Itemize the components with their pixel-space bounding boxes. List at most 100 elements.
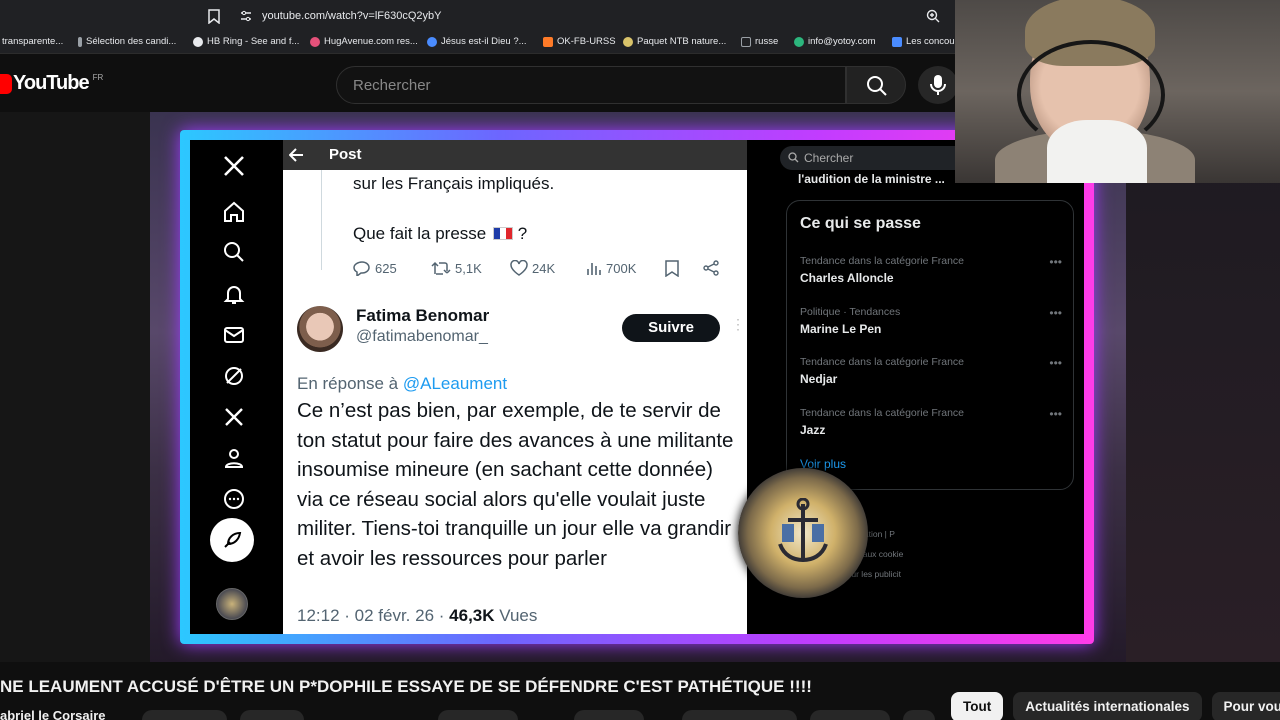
microphone-icon: [930, 75, 946, 95]
follow-button: Suivre: [622, 314, 720, 342]
search-input[interactable]: Rechercher: [336, 66, 846, 104]
trends-panel: Ce qui se passe Tendance dans la catégor…: [786, 200, 1074, 490]
views-action: 700K: [586, 260, 636, 276]
more-options-icon: •••: [1049, 407, 1062, 421]
post-body: Ce n’est pas bien, par exemple, de te se…: [297, 399, 734, 570]
like-button[interactable]: [240, 710, 304, 720]
bookmark-item[interactable]: OK-FB-URSS: [543, 36, 616, 47]
folder-icon: [741, 36, 751, 47]
search-icon: [788, 152, 799, 163]
bookmark-item[interactable]: Paquet NTB nature...: [623, 36, 726, 47]
video-side-right: [1126, 112, 1280, 662]
subscribe-button[interactable]: [142, 710, 227, 720]
author-name: Fatima Benomar: [356, 306, 490, 325]
webcam-scarf: [1047, 120, 1147, 183]
repost-action: 5,1K: [431, 260, 482, 276]
bookmark-icon: [665, 260, 679, 277]
trend-item: Politique · Tendances Marine Le Pen •••: [800, 306, 1062, 336]
bookmark-icon[interactable]: [208, 9, 220, 24]
country-code: FR: [92, 73, 104, 82]
leaf-icon: [623, 36, 633, 47]
neon-frame: Post sur les Français impliqués. Que fai…: [180, 130, 1094, 644]
anchor-crest-icon: [778, 498, 828, 563]
reply-action: 625: [353, 260, 397, 276]
feather-icon: [224, 531, 242, 548]
post-header-title: Post: [329, 146, 362, 163]
in-reply-to: En réponse à @ALeaument: [297, 374, 508, 393]
reply-icon: [353, 261, 370, 276]
x-nav: [190, 140, 278, 634]
more-options-icon: •••: [1049, 306, 1062, 320]
chip-international-news[interactable]: Actualités internationales: [1013, 692, 1202, 720]
youtube-logo[interactable]: YouTube FR: [0, 72, 103, 95]
mention-link: @ALeaument: [402, 374, 508, 393]
bookmark-item[interactable]: transparente...: [2, 36, 63, 47]
more-options-icon: •••: [1049, 255, 1062, 269]
more-actions-button[interactable]: [903, 710, 935, 720]
account-avatar: [216, 588, 248, 620]
action-button[interactable]: [438, 710, 518, 720]
like-action: 24K: [510, 260, 555, 276]
action-button[interactable]: [682, 710, 797, 720]
action-button[interactable]: [574, 710, 644, 720]
x-app-screen: Post sur les Français impliqués. Que fai…: [190, 140, 1084, 634]
analytics-icon: [587, 263, 601, 275]
post-views-label: Vues: [499, 606, 538, 625]
compose-post-button: [210, 518, 254, 562]
post-time: 12:12 · 02 févr. 26 ·: [297, 606, 445, 625]
bookmark-item[interactable]: Les concours: [892, 36, 963, 47]
x-logo-icon: [224, 156, 244, 176]
messages-icon: [224, 327, 244, 343]
site-icon: [543, 36, 553, 47]
chip-for-you[interactable]: Pour vous: [1211, 692, 1280, 720]
premium-x-icon: [225, 408, 243, 426]
mail-icon: [794, 36, 804, 47]
site-settings-icon[interactable]: [240, 10, 252, 22]
author-avatar: [297, 306, 343, 352]
related-filter-chips: Tout Actualités internationales Pour vou…: [951, 692, 1280, 720]
bookmark-item[interactable]: HugAvenue.com res...: [310, 36, 418, 47]
share-icon: [703, 260, 719, 276]
trend-item: Tendance dans la catégorie France Nedjar…: [800, 356, 1062, 386]
page-icon: [78, 36, 82, 47]
video-side-left: [0, 112, 150, 662]
back-arrow-icon: [289, 148, 303, 162]
previous-post-question: Que fait la presse ?: [353, 224, 528, 243]
bookmark-item[interactable]: russe: [741, 36, 778, 47]
home-icon: [224, 201, 244, 222]
site-icon: [427, 36, 437, 47]
trends-title: Ce qui se passe: [800, 215, 921, 232]
post-meta: 12:12 · 02 févr. 26 · 46,3K Vues: [297, 606, 537, 626]
zoom-icon[interactable]: [926, 9, 940, 23]
trend-item: Tendance dans la catégorie France Charle…: [800, 255, 1062, 285]
bookmark-item[interactable]: HB Ring - See and f...: [193, 36, 299, 47]
chip-all[interactable]: Tout: [951, 692, 1004, 720]
search-placeholder: Rechercher: [353, 77, 431, 94]
bookmark-item[interactable]: Sélection des candi...: [78, 36, 176, 47]
bookmark-item[interactable]: Jésus est-il Dieu ?...: [427, 36, 527, 47]
search-button[interactable]: [846, 66, 906, 104]
webcam-overlay: [955, 0, 1280, 183]
action-button[interactable]: [810, 710, 890, 720]
france-flag-icon: [492, 227, 513, 240]
youtube-play-icon: [0, 73, 12, 94]
trend-item: Tendance dans la catégorie France Jazz •…: [800, 407, 1062, 437]
author-handle: @fatimabenomar_: [356, 328, 488, 345]
notifications-icon: [223, 286, 245, 304]
url-text[interactable]: youtube.com/watch?v=lF630cQ2ybY: [262, 10, 441, 22]
profile-icon: [224, 449, 244, 468]
voice-search-button[interactable]: [918, 66, 958, 104]
site-icon: [892, 36, 902, 47]
heart-icon: [310, 36, 320, 47]
more-options-icon: •••: [1049, 356, 1062, 370]
post-header: Post: [283, 140, 747, 170]
grok-icon: [225, 367, 243, 385]
previous-post-text: sur les Français impliqués.: [353, 174, 555, 193]
channel-name[interactable]: abriel le Corsaire: [0, 708, 106, 720]
globe-icon: [193, 36, 203, 47]
search-icon: [867, 76, 887, 96]
video-player[interactable]: Post sur les Français impliqués. Que fai…: [0, 112, 1280, 662]
bookmark-item[interactable]: info@yotoy.com: [794, 36, 876, 47]
more-icon: [224, 489, 244, 509]
repost-icon: [431, 261, 451, 275]
